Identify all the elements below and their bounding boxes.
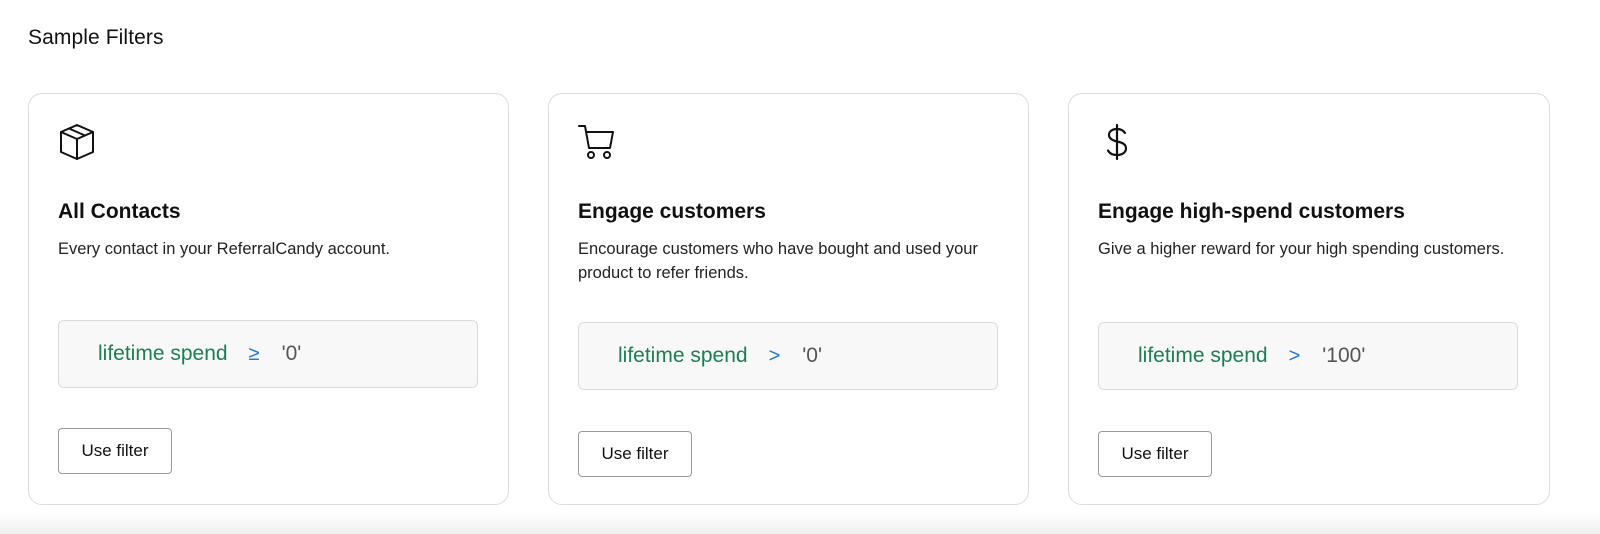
box-icon <box>57 122 97 162</box>
filter-expression: lifetime spend > '100' <box>1098 322 1518 390</box>
card-title: All Contacts <box>58 200 181 223</box>
filter-expression: lifetime spend ≥ '0' <box>58 320 478 388</box>
filter-field: lifetime spend <box>98 342 228 365</box>
filter-card-all-contacts: All Contacts Every contact in your Refer… <box>28 93 509 505</box>
filter-operator: > <box>1288 344 1301 367</box>
section-title: Sample Filters <box>28 26 164 49</box>
filter-field: lifetime spend <box>618 344 748 367</box>
card-title: Engage customers <box>578 200 766 223</box>
filter-card-engage-customers: Engage customers Encourage customers who… <box>548 93 1029 505</box>
filter-operator: ≥ <box>248 342 260 365</box>
filter-operator: > <box>768 344 781 367</box>
bottom-shadow <box>0 512 1600 534</box>
card-description: Encourage customers who have bought and … <box>578 240 978 282</box>
use-filter-button[interactable]: Use filter <box>58 428 172 474</box>
sample-filters-page: Sample Filters All Contacts Every contac… <box>0 0 1600 534</box>
card-description: Give a higher reward for your high spend… <box>1098 240 1505 258</box>
shopping-cart-icon <box>577 122 617 162</box>
filter-value: '0' <box>802 344 822 367</box>
filter-value: '100' <box>1322 344 1366 367</box>
filter-card-engage-high-spend-customers: Engage high-spend customers Give a highe… <box>1068 93 1550 505</box>
filter-cards: All Contacts Every contact in your Refer… <box>28 93 1550 505</box>
filter-field: lifetime spend <box>1138 344 1268 367</box>
filter-expression: lifetime spend > '0' <box>578 322 998 390</box>
dollar-sign-icon <box>1097 122 1137 162</box>
use-filter-button[interactable]: Use filter <box>578 431 692 477</box>
use-filter-button[interactable]: Use filter <box>1098 431 1212 477</box>
filter-value: '0' <box>281 342 302 365</box>
card-description: Every contact in your ReferralCandy acco… <box>58 240 390 258</box>
card-title: Engage high-spend customers <box>1098 200 1405 223</box>
